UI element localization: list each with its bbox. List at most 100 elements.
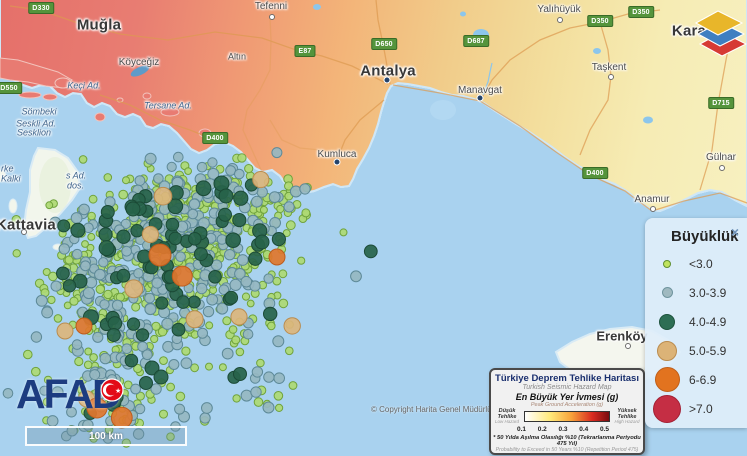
earthquake-dot[interactable]: [283, 317, 301, 335]
earthquake-dot[interactable]: [2, 388, 14, 399]
earthquake-dot[interactable]: [168, 359, 180, 370]
earthquake-dot[interactable]: [100, 205, 115, 219]
earthquake-dot[interactable]: [176, 295, 190, 309]
earthquake-dot[interactable]: [75, 317, 93, 335]
earthquake-dot[interactable]: [126, 317, 141, 331]
earthquake-dot[interactable]: [118, 189, 129, 200]
earthquake-dot[interactable]: [144, 152, 157, 165]
earthquake-dot[interactable]: [187, 295, 201, 309]
earthquake-dot[interactable]: [131, 302, 141, 312]
layers-icon[interactable]: [690, 2, 747, 60]
earthquake-dot[interactable]: [168, 231, 183, 246]
earthquake-dot[interactable]: [134, 175, 146, 187]
earthquake-dot[interactable]: [232, 394, 241, 403]
earthquake-dot[interactable]: [134, 403, 146, 415]
earthquake-dot[interactable]: [299, 183, 311, 195]
earthquake-dot[interactable]: [278, 298, 289, 309]
earthquake-dot[interactable]: [184, 167, 193, 176]
close-icon[interactable]: ×: [731, 225, 739, 239]
earthquake-dot[interactable]: [94, 268, 106, 281]
earthquake-dot[interactable]: [221, 347, 234, 360]
earthquake-dot[interactable]: [229, 278, 242, 291]
earthquake-dot[interactable]: [23, 349, 33, 360]
earthquake-dot[interactable]: [236, 254, 249, 266]
earthquake-dot[interactable]: [50, 280, 62, 292]
earthquake-dot[interactable]: [262, 401, 275, 414]
earthquake-dot[interactable]: [166, 382, 176, 392]
earthquake-dot[interactable]: [98, 240, 115, 257]
earthquake-dot[interactable]: [205, 362, 213, 371]
earthquake-dot[interactable]: [350, 270, 362, 283]
earthquake-dot[interactable]: [155, 296, 169, 310]
earthquake-dot[interactable]: [124, 353, 139, 368]
earthquake-dot[interactable]: [205, 321, 214, 330]
earthquake-dot[interactable]: [48, 271, 58, 282]
earthquake-dot[interactable]: [272, 276, 282, 286]
earthquake-dot[interactable]: [196, 282, 208, 295]
earthquake-dot[interactable]: [235, 347, 245, 357]
earthquake-dot[interactable]: [83, 360, 93, 370]
earthquake-dot[interactable]: [175, 251, 186, 263]
earthquake-dot[interactable]: [199, 412, 211, 424]
earthquake-dot[interactable]: [153, 186, 173, 206]
earthquake-dot[interactable]: [71, 339, 83, 350]
earthquake-dot[interactable]: [87, 232, 96, 241]
earthquake-dot[interactable]: [99, 299, 110, 310]
earthquake-dot[interactable]: [121, 343, 133, 355]
earthquake-dot[interactable]: [12, 249, 21, 258]
earthquake-dot[interactable]: [45, 201, 54, 210]
earthquake-dot[interactable]: [208, 270, 222, 284]
earthquake-dot[interactable]: [71, 248, 83, 260]
earthquake-dot[interactable]: [159, 356, 168, 366]
earthquake-dot[interactable]: [122, 176, 130, 185]
earthquake-dot[interactable]: [273, 372, 286, 385]
earthquake-dot[interactable]: [275, 403, 284, 412]
earthquake-dot[interactable]: [106, 328, 121, 342]
earthquake-dot[interactable]: [74, 356, 84, 367]
earthquake-dot[interactable]: [135, 328, 150, 342]
earthquake-dot[interactable]: [124, 279, 144, 299]
earthquake-dot[interactable]: [253, 397, 264, 407]
earthquake-dot[interactable]: [95, 284, 106, 294]
earthquake-dot[interactable]: [98, 227, 113, 242]
earthquake-dot[interactable]: [53, 314, 63, 323]
earthquake-dot[interactable]: [256, 186, 268, 198]
earthquake-dot[interactable]: [125, 201, 141, 217]
earthquake-dot[interactable]: [161, 317, 174, 330]
earthquake-dot[interactable]: [88, 194, 98, 204]
earthquake-dot[interactable]: [188, 198, 201, 210]
earthquake-dot[interactable]: [57, 219, 71, 233]
earthquake-dot[interactable]: [150, 334, 159, 344]
earthquake-dot[interactable]: [78, 155, 88, 164]
earthquake-dot[interactable]: [218, 363, 227, 372]
earthquake-dot[interactable]: [84, 347, 93, 356]
earthquake-dot[interactable]: [89, 353, 98, 362]
earthquake-dot[interactable]: [144, 292, 156, 304]
earthquake-dot[interactable]: [248, 251, 263, 266]
earthquake-dot[interactable]: [267, 321, 276, 331]
earthquake-dot[interactable]: [363, 244, 378, 259]
earthquake-dot[interactable]: [99, 352, 112, 365]
earthquake-dot[interactable]: [121, 245, 132, 257]
earthquake-dot[interactable]: [263, 273, 274, 284]
earthquake-dot[interactable]: [153, 369, 169, 385]
earthquake-dot[interactable]: [103, 289, 113, 300]
earthquake-dot[interactable]: [159, 409, 168, 419]
earthquake-dot[interactable]: [47, 295, 56, 305]
earthquake-dot[interactable]: [70, 212, 83, 224]
earthquake-dot[interactable]: [256, 358, 265, 368]
earthquake-dot[interactable]: [70, 222, 86, 238]
earthquake-dot[interactable]: [173, 151, 184, 163]
earthquake-dot[interactable]: [271, 147, 283, 159]
earthquake-dot[interactable]: [263, 306, 278, 322]
earthquake-dot[interactable]: [250, 386, 262, 398]
earthquake-dot[interactable]: [285, 346, 294, 356]
earthquake-dot[interactable]: [240, 275, 253, 288]
earthquake-dot[interactable]: [141, 349, 153, 361]
earthquake-dot[interactable]: [272, 335, 285, 348]
earthquake-dot[interactable]: [111, 299, 124, 311]
earthquake-dot[interactable]: [268, 191, 281, 204]
earthquake-dot[interactable]: [228, 325, 238, 334]
earthquake-dot[interactable]: [234, 168, 245, 180]
earthquake-dot[interactable]: [58, 243, 71, 255]
